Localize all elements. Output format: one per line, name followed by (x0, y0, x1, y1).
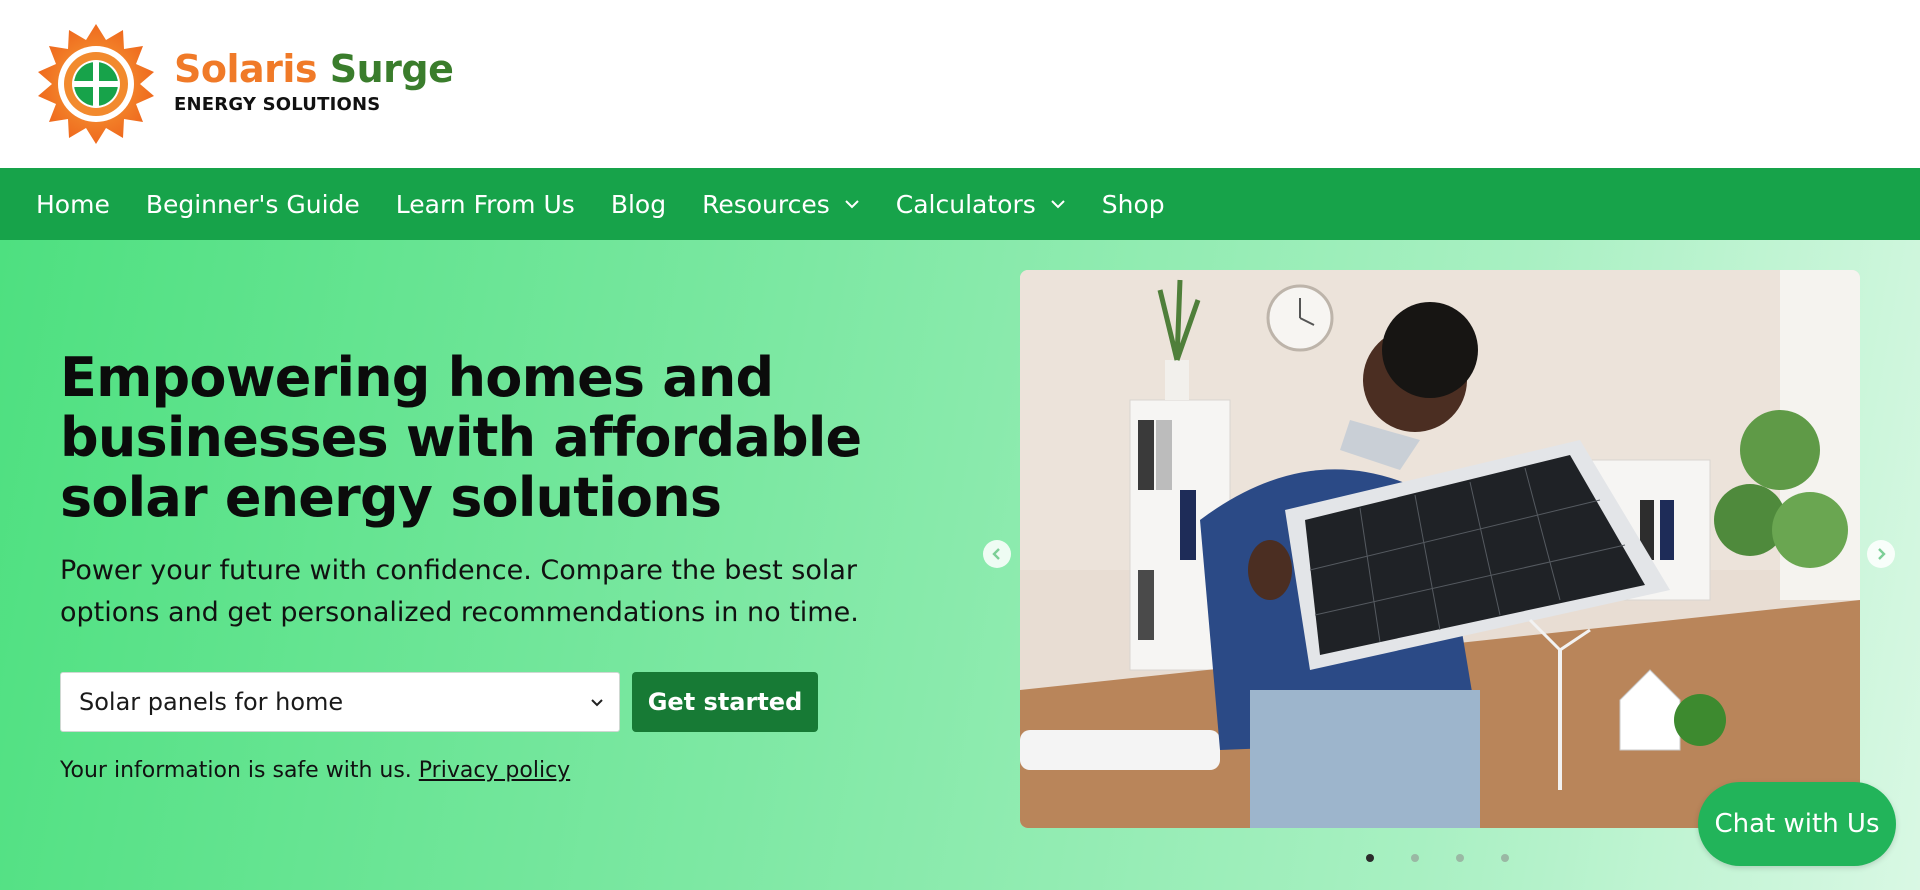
nav-item-home[interactable]: Home (36, 168, 110, 240)
chevron-down-icon (1051, 200, 1065, 209)
sun-logo-icon[interactable] (34, 24, 158, 144)
carousel-next-button[interactable] (1867, 540, 1895, 568)
nav-item-resources[interactable]: Resources (702, 168, 860, 240)
carousel-dot-2[interactable] (1411, 854, 1419, 862)
nav-item-label: Resources (702, 189, 830, 219)
nav-item-label: Shop (1101, 189, 1165, 219)
nav-item-label: Blog (610, 189, 667, 219)
brand-name-part2: Surge (329, 47, 454, 91)
carousel-dot-4[interactable] (1501, 854, 1509, 862)
nav-item-shop[interactable]: Shop (1102, 168, 1165, 240)
get-started-button[interactable]: Get started (632, 672, 818, 732)
chat-with-us-button[interactable]: Chat with Us (1698, 782, 1896, 866)
chevron-down-icon (845, 200, 859, 209)
hero-section: Empowering homes and businesses with aff… (0, 240, 1920, 890)
main-nav: Home Beginner's Guide Learn From Us Blog… (0, 168, 1920, 240)
nav-item-blog[interactable]: Blog (611, 168, 666, 240)
nav-item-label: Beginner's Guide (145, 189, 360, 219)
nav-item-label: Learn From Us (395, 189, 575, 219)
hero-title: Empowering homes and businesses with aff… (60, 346, 862, 529)
site-header: Solaris Surge ENERGY SOLUTIONS (0, 0, 1920, 168)
solution-type-select[interactable]: Solar panels for home (60, 672, 620, 732)
nav-item-learn-from-us[interactable]: Learn From Us (396, 168, 575, 240)
carousel-pagination (1366, 854, 1546, 862)
privacy-text: Your information is safe with us. (60, 758, 412, 783)
carousel-dot-1[interactable] (1366, 854, 1374, 862)
nav-item-calculators[interactable]: Calculators (896, 168, 1066, 240)
nav-item-beginners-guide[interactable]: Beginner's Guide (146, 168, 360, 240)
brand-name-part1: Solaris (174, 47, 318, 91)
chevron-left-icon (992, 548, 1000, 560)
nav-item-label: Home (36, 189, 110, 219)
privacy-policy-link[interactable]: Privacy policy (419, 758, 570, 783)
chevron-down-icon (591, 699, 603, 707)
privacy-note: Your information is safe with us. Privac… (60, 758, 570, 783)
hero-carousel-image[interactable] (1020, 270, 1860, 828)
carousel-dot-3[interactable] (1456, 854, 1464, 862)
brand-wordmark[interactable]: Solaris Surge ENERGY SOLUTIONS (174, 46, 454, 115)
solar-panel-photo (1020, 270, 1860, 828)
brand-name: Solaris Surge (174, 46, 454, 92)
chevron-right-icon (1878, 548, 1886, 560)
select-value: Solar panels for home (79, 688, 344, 716)
hero-subtitle: Power your future with confidence. Compa… (60, 555, 859, 628)
brand-tagline: ENERGY SOLUTIONS (174, 94, 381, 115)
carousel-prev-button[interactable] (983, 540, 1011, 568)
nav-item-label: Calculators (895, 189, 1036, 219)
